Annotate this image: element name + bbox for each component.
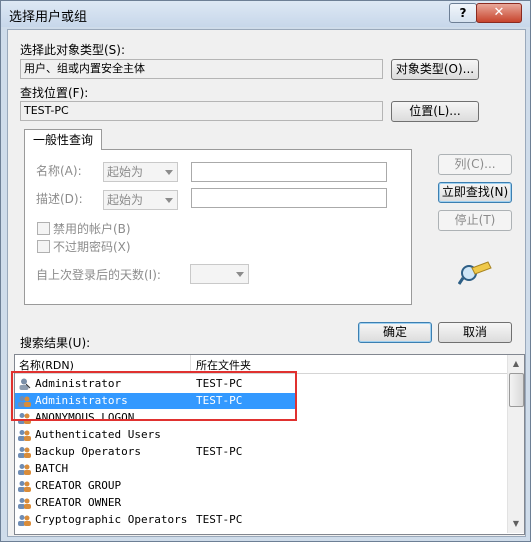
group-icon — [18, 430, 31, 441]
close-button[interactable]: ✕ — [476, 3, 522, 23]
search-people-icon — [458, 261, 492, 285]
ok-button[interactable]: 确定 — [358, 322, 432, 343]
tab-general-query[interactable]: 一般性查询 — [24, 129, 102, 150]
group-icon — [18, 515, 31, 526]
disabled-accounts-checkbox[interactable] — [37, 222, 50, 235]
non-expiring-password-label: 不过期密码(X) — [53, 240, 131, 254]
list-item[interactable]: CREATOR OWNER — [15, 495, 295, 511]
chevron-down-icon — [236, 272, 244, 277]
item-folder: TEST-PC — [196, 445, 243, 458]
stop-button[interactable]: 停止(T) — [438, 210, 512, 231]
location-label: 查找位置(F): — [20, 86, 89, 100]
location-field: TEST-PC — [20, 101, 383, 121]
disabled-accounts-label: 禁用的帐户(B) — [53, 222, 131, 236]
group-icon — [18, 464, 31, 475]
scroll-down-icon[interactable]: ▼ — [510, 517, 522, 531]
list-item[interactable]: Backup Operators TEST-PC — [15, 444, 295, 460]
item-name: CREATOR OWNER — [35, 496, 122, 509]
list-item[interactable]: Cryptographic Operators TEST-PC — [15, 512, 295, 528]
group-icon — [18, 447, 31, 458]
item-name: CREATOR GROUP — [35, 479, 122, 492]
description-mode-value: 起始为 — [107, 193, 144, 207]
name-input[interactable] — [191, 162, 387, 182]
find-now-button[interactable]: 立即查找(N) — [438, 182, 512, 203]
title-bar[interactable]: 选择用户或组 ? ✕ — [1, 1, 530, 27]
item-name: BATCH — [35, 462, 69, 475]
window-title: 选择用户或组 — [9, 10, 88, 25]
chevron-down-icon — [165, 198, 173, 203]
item-name: Backup Operators — [35, 445, 141, 458]
non-expiring-password-checkbox[interactable] — [37, 240, 50, 253]
name-mode-value: 起始为 — [107, 165, 144, 179]
object-type-label: 选择此对象类型(S): — [20, 43, 126, 57]
list-item[interactable]: Authenticated Users — [15, 427, 295, 443]
general-query-panel: 名称(A): 起始为 描述(D): 起始为 禁用的帐户(B) 不过期密码(X) … — [24, 149, 412, 305]
name-label: 名称(A): — [36, 164, 82, 178]
item-name: Cryptographic Operators — [35, 513, 188, 526]
select-users-dialog: 选择用户或组 ? ✕ 选择此对象类型(S): 用户、组或内置安全主体 对象类型(… — [0, 0, 531, 542]
days-since-logon-select[interactable] — [190, 264, 249, 284]
name-mode-select[interactable]: 起始为 — [103, 162, 178, 182]
vertical-scrollbar[interactable]: ▲ ▼ — [507, 355, 524, 533]
cancel-button[interactable]: 取消 — [438, 322, 512, 343]
columns-button[interactable]: 列(C)... — [438, 154, 512, 175]
item-folder: TEST-PC — [196, 513, 243, 526]
days-since-logon-label: 自上次登录后的天数(I): — [36, 268, 161, 282]
scroll-thumb[interactable] — [509, 373, 524, 407]
description-mode-select[interactable]: 起始为 — [103, 190, 178, 210]
help-button[interactable]: ? — [449, 3, 477, 23]
object-type-field: 用户、组或内置安全主体 — [20, 59, 383, 79]
search-results-label: 搜索结果(U): — [20, 336, 91, 350]
description-label: 描述(D): — [36, 192, 83, 206]
list-item[interactable]: BATCH — [15, 461, 295, 477]
list-item[interactable]: CREATOR GROUP — [15, 478, 295, 494]
chevron-down-icon — [165, 170, 173, 175]
item-name: Authenticated Users — [35, 428, 161, 441]
description-input[interactable] — [191, 188, 387, 208]
locations-button[interactable]: 位置(L)... — [391, 101, 479, 122]
annotation-highlight-box — [11, 371, 297, 421]
scroll-up-icon[interactable]: ▲ — [510, 357, 522, 371]
group-icon — [18, 481, 31, 492]
dialog-body: 选择此对象类型(S): 用户、组或内置安全主体 对象类型(O)... 查找位置(… — [7, 29, 526, 537]
group-icon — [18, 498, 31, 509]
object-types-button[interactable]: 对象类型(O)... — [391, 59, 479, 80]
